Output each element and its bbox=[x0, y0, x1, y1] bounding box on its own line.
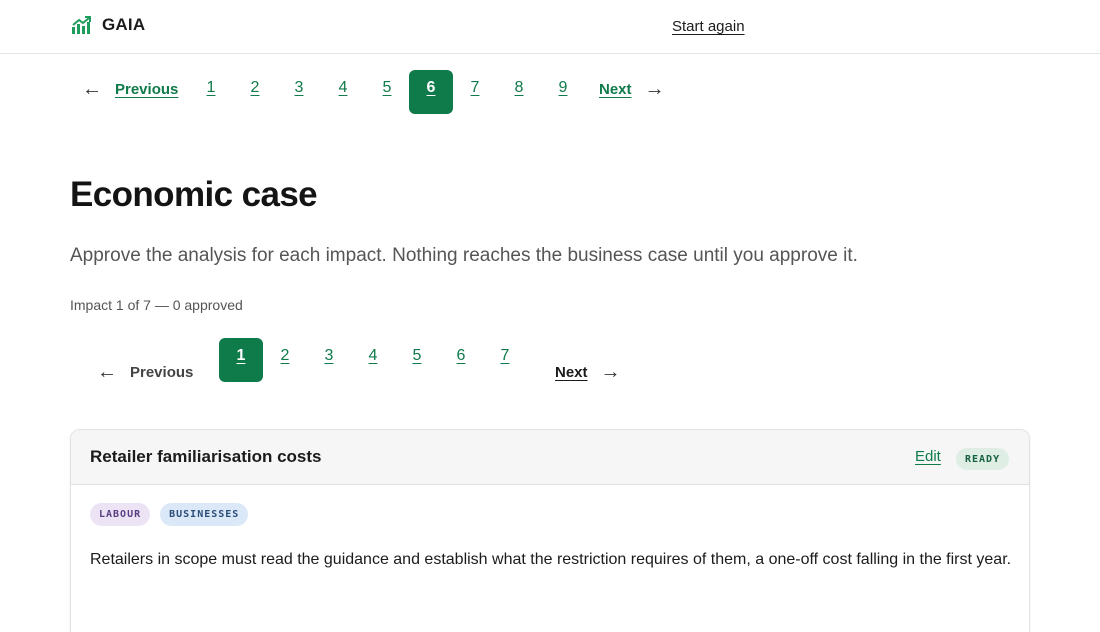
impact-previous-button[interactable]: ← Previous bbox=[97, 362, 207, 382]
section-next-link[interactable]: Next → bbox=[599, 79, 679, 99]
impact-card: Retailer familiarisation costs Edit READ… bbox=[70, 429, 1030, 632]
impact-page-3[interactable]: 3 bbox=[307, 338, 351, 382]
site-header: GAIA Start again bbox=[0, 0, 1100, 54]
impact-page-5[interactable]: 5 bbox=[395, 338, 439, 382]
section-page-4[interactable]: 4 bbox=[321, 70, 365, 114]
impact-title: Retailer familiarisation costs bbox=[90, 447, 322, 466]
tag-labour: LABOUR bbox=[90, 503, 151, 526]
impact-next-label: Next bbox=[555, 363, 588, 381]
section-page-2[interactable]: 2 bbox=[233, 70, 277, 114]
bar-chart-trend-icon bbox=[72, 15, 91, 34]
impact-tags: LABOUR BUSINESSES bbox=[90, 503, 249, 526]
section-next-label: Next bbox=[599, 80, 632, 98]
impact-page-6[interactable]: 6 bbox=[439, 338, 483, 382]
section-page-7[interactable]: 7 bbox=[453, 70, 497, 114]
section-page-1[interactable]: 1 bbox=[189, 70, 233, 114]
impact-description: Retailers in scope must read the guidanc… bbox=[90, 551, 1012, 568]
brand-logo[interactable]: GAIA bbox=[71, 15, 145, 35]
edit-impact-link[interactable]: Edit bbox=[915, 448, 941, 465]
section-page-8[interactable]: 8 bbox=[497, 70, 541, 114]
impact-page-numbers: 1 2 3 4 5 6 7 bbox=[219, 338, 527, 382]
brand-name: GAIA bbox=[102, 15, 146, 34]
page-lead: Approve the analysis for each impact. No… bbox=[70, 245, 858, 266]
section-page-6-current[interactable]: 6 bbox=[409, 70, 453, 114]
section-previous-label: Previous bbox=[115, 80, 179, 98]
impact-card-header: Retailer familiarisation costs Edit READ… bbox=[71, 430, 1029, 485]
status-badge: READY bbox=[956, 448, 1010, 470]
arrow-right-icon: → bbox=[600, 361, 621, 383]
start-again-link[interactable]: Start again bbox=[672, 18, 745, 35]
section-page-9[interactable]: 9 bbox=[541, 70, 585, 114]
impact-previous-label: Previous bbox=[130, 363, 194, 381]
impact-page-7[interactable]: 7 bbox=[483, 338, 527, 382]
section-page-5[interactable]: 5 bbox=[365, 70, 409, 114]
arrow-left-icon: ← bbox=[82, 78, 102, 100]
section-page-3[interactable]: 3 bbox=[277, 70, 321, 114]
impact-page-1-current[interactable]: 1 bbox=[219, 338, 263, 382]
arrow-right-icon: → bbox=[644, 78, 665, 100]
tag-businesses: BUSINESSES bbox=[160, 503, 249, 526]
arrow-left-icon: ← bbox=[97, 361, 117, 383]
impact-page-4[interactable]: 4 bbox=[351, 338, 395, 382]
section-page-numbers: 1 2 3 4 5 6 7 8 9 bbox=[189, 70, 585, 114]
page-title: Economic case bbox=[70, 175, 318, 214]
impact-progress-text: Impact 1 of 7 — 0 approved bbox=[70, 297, 243, 313]
impact-next-link[interactable]: Next → bbox=[555, 362, 635, 382]
impact-page-2[interactable]: 2 bbox=[263, 338, 307, 382]
